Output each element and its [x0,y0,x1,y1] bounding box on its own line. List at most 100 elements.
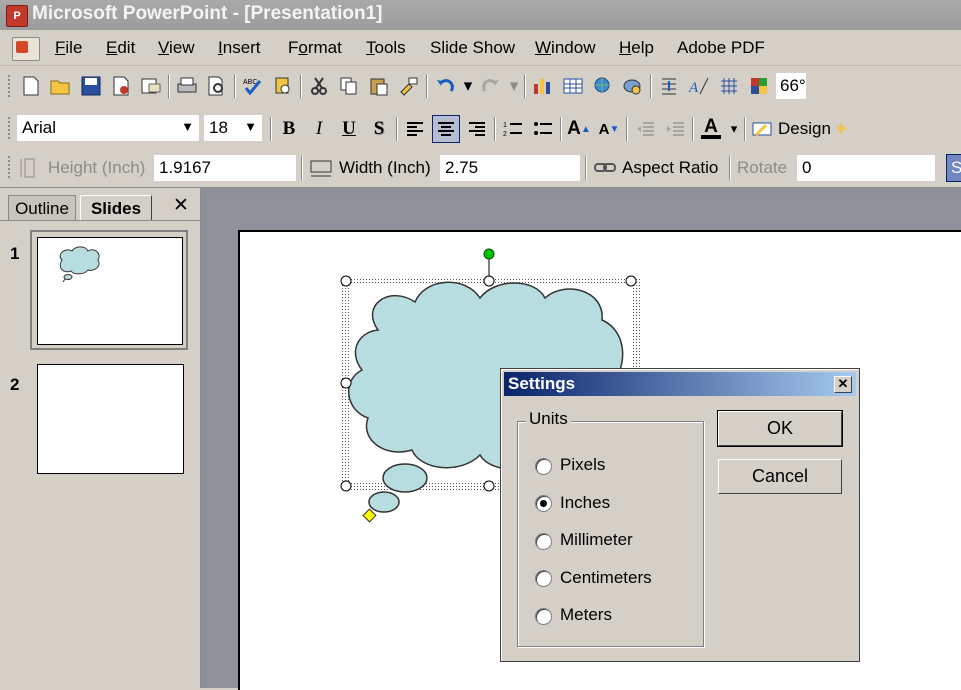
radio-millimeter[interactable] [535,533,552,550]
align-right-icon[interactable] [464,116,490,142]
design-label: Design [778,119,831,138]
numbering-icon[interactable]: 12 [500,116,526,142]
radio-meters-label[interactable]: Meters [560,605,612,625]
open-icon[interactable] [48,73,74,99]
align-center-icon[interactable] [432,115,460,143]
email-icon[interactable] [138,73,164,99]
slide-thumbnail-2[interactable] [37,364,184,474]
toolbar-grip[interactable] [8,117,14,139]
radio-centimeters-label[interactable]: Centimeters [560,568,652,588]
permission-icon[interactable] [108,73,134,99]
color-grayscale-icon[interactable] [746,73,772,99]
menu-edit[interactable]: Edit [106,38,135,58]
menu-adobe-pdf[interactable]: Adobe PDF [677,38,765,58]
radio-pixels[interactable] [535,458,552,475]
radio-inches-label[interactable]: Inches [560,493,610,513]
grid-icon[interactable] [716,73,742,99]
menu-tools[interactable]: Tools [366,38,406,58]
insert-chart-icon[interactable] [530,73,556,99]
underline-button[interactable]: U [336,116,362,142]
close-icon[interactable]: ✕ [173,194,189,217]
resize-handle[interactable] [625,275,637,287]
dialog-title-bar[interactable]: Settings ✕ [504,372,856,396]
paste-icon[interactable] [366,73,392,99]
settings-button[interactable]: S [946,154,961,182]
align-left-icon[interactable] [402,116,428,142]
menu-view[interactable]: View [158,38,195,58]
toolbar-grip[interactable] [8,75,14,97]
zoom-combo[interactable]: 66° [776,73,806,99]
decrease-font-icon[interactable]: A ▼ [596,116,622,142]
insert-hyperlink-icon[interactable] [590,73,616,99]
menu-insert[interactable]: Insert [218,38,261,58]
new-slide-icon[interactable] [836,116,851,142]
bullets-icon[interactable] [530,116,556,142]
thumbnail-cloud-shape [59,246,100,283]
resize-handle[interactable] [340,377,352,389]
print-icon[interactable] [174,73,200,99]
font-size-combo[interactable]: 18 ▼ [204,115,262,141]
resize-handle[interactable] [340,480,352,492]
radio-inches[interactable] [535,495,552,512]
resize-handle[interactable] [483,275,495,287]
cut-icon[interactable] [306,73,332,99]
shadow-button[interactable]: S [366,116,392,142]
expand-all-icon[interactable] [656,73,682,99]
insert-table-icon[interactable] [560,73,586,99]
design-button[interactable]: Design [750,116,833,142]
document-icon[interactable] [12,37,40,61]
adjustment-handle[interactable] [362,508,377,523]
increase-font-icon[interactable]: A ▲ [566,116,592,142]
format-painter-icon[interactable] [396,73,422,99]
menu-slide-show[interactable]: Slide Show [430,38,515,58]
rotate-input[interactable]: 0 [797,155,935,181]
decrease-indent-icon[interactable] [632,116,658,142]
increase-indent-icon[interactable] [662,116,688,142]
menu-window[interactable]: Window [535,38,595,58]
rotate-handle[interactable] [483,248,495,260]
bold-button[interactable]: B [276,116,302,142]
menu-help[interactable]: Help [619,38,654,58]
font-color-dropdown-icon[interactable]: ▾ [728,116,740,142]
svg-text:A: A [688,80,699,96]
height-input[interactable]: 1.9167 [154,155,296,181]
save-icon[interactable] [78,73,104,99]
tab-slides[interactable]: Slides [80,195,152,221]
spelling-icon[interactable]: ABC [240,73,266,99]
menu-format[interactable]: Format [288,38,342,58]
new-icon[interactable] [18,73,44,99]
chain-link-icon [593,158,617,178]
resize-handle[interactable] [340,275,352,287]
font-name-combo[interactable]: Arial ▼ [17,115,199,141]
resize-handle[interactable] [483,480,495,492]
clip-art-icon[interactable] [620,73,646,99]
dialog-close-icon[interactable]: ✕ [834,376,852,393]
font-color-icon[interactable]: A [698,116,724,142]
aspect-ratio-button[interactable]: Aspect Ratio [622,158,718,178]
radio-pixels-label[interactable]: Pixels [560,455,605,475]
menu-file[interactable]: File [55,38,82,58]
redo-icon[interactable] [478,73,504,99]
width-input[interactable]: 2.75 [440,155,580,181]
radio-millimeter-label[interactable]: Millimeter [560,530,633,550]
print-preview-icon[interactable] [204,73,230,99]
tab-outline[interactable]: Outline [8,195,76,221]
copy-icon[interactable] [336,73,362,99]
radio-meters[interactable] [535,608,552,625]
slide-thumbnail-selected-frame[interactable] [30,230,188,350]
radio-centimeters[interactable] [535,570,552,587]
slide-thumbnail-1[interactable] [37,237,183,345]
redo-dropdown-icon[interactable]: ▾ [508,73,520,99]
toolbar-grip[interactable] [8,156,14,178]
toolbar-separator [729,156,731,180]
show-formatting-icon[interactable]: A [686,73,712,99]
cancel-button[interactable]: Cancel [718,459,842,494]
chevron-down-icon[interactable]: ▼ [181,119,194,134]
research-icon[interactable] [270,73,296,99]
italic-button[interactable]: I [306,116,332,142]
ok-button[interactable]: OK [717,410,843,447]
powerpoint-app-icon[interactable]: P [6,5,28,27]
chevron-down-icon[interactable]: ▼ [244,119,257,134]
undo-icon[interactable] [432,73,458,99]
undo-dropdown-icon[interactable]: ▾ [462,73,474,99]
